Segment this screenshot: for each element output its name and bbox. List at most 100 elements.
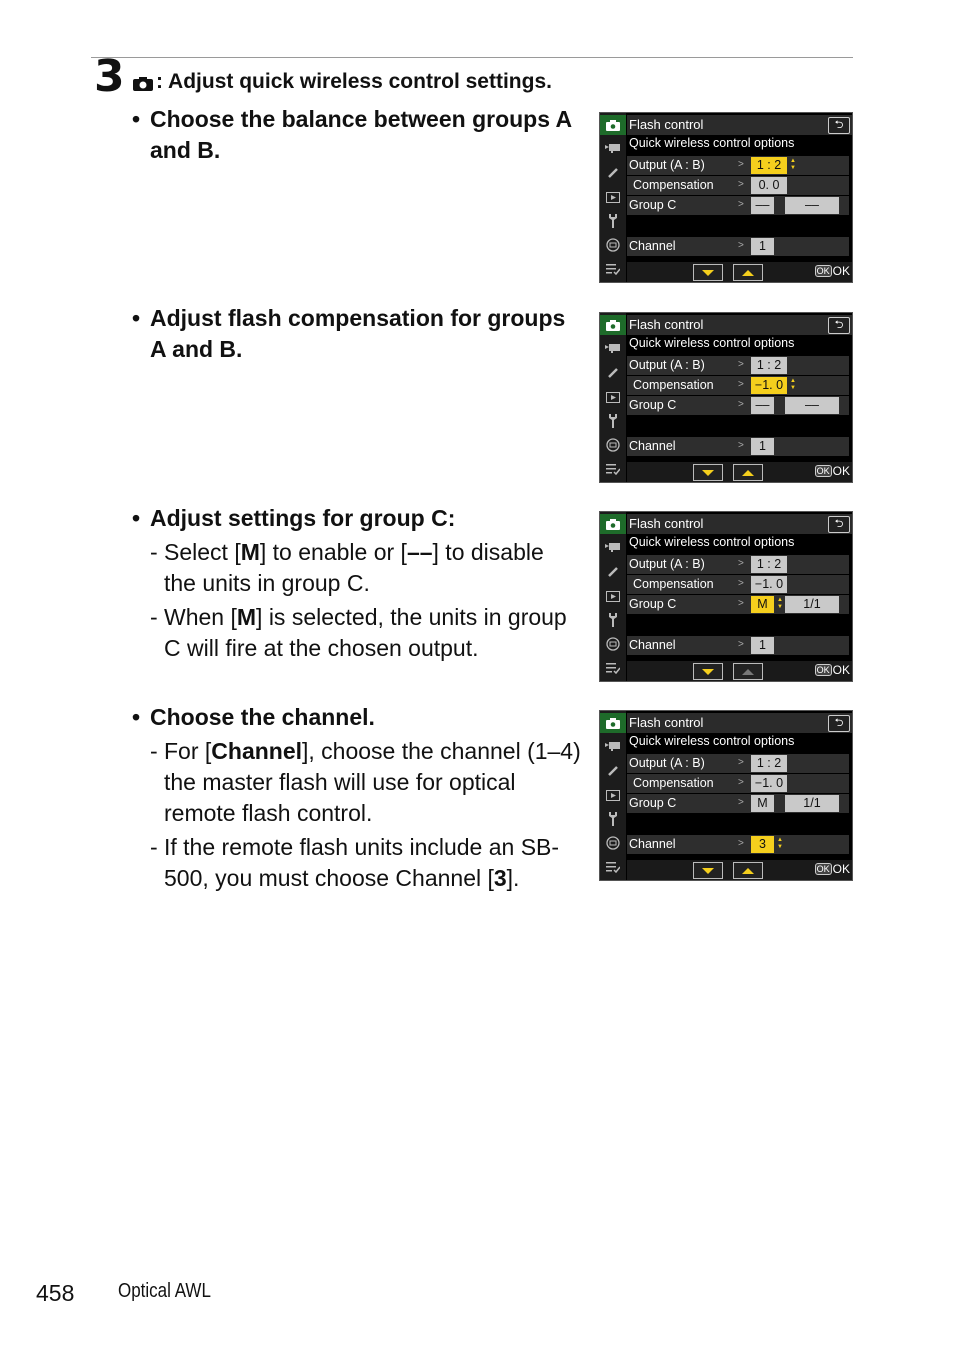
scroll-down-button[interactable] [693,663,723,680]
setup-tab-icon[interactable] [603,411,623,431]
output-row[interactable]: Output (A : B) > 1 : 2 [627,754,849,773]
ok-button[interactable]: OK OK [814,663,850,677]
menu-subtitle: Quick wireless control options [629,336,795,350]
scroll-up-button[interactable] [733,663,763,680]
menu-tabs [600,711,626,880]
movie-tab-icon[interactable] [603,138,623,158]
my-menu-tab-icon[interactable] [603,259,623,279]
scroll-up-button[interactable] [733,862,763,879]
ok-button[interactable]: OK OK [814,862,850,876]
up-down-arrows-icon: ▲ ▼ [790,378,796,391]
playback-tab-icon[interactable] [603,387,623,407]
group-c-row[interactable]: Group C > M 1/1 [627,794,849,813]
menu-subtitle: Quick wireless control options [629,535,795,549]
scroll-down-button[interactable] [693,862,723,879]
back-icon[interactable]: ⮌ [828,516,850,533]
channel-row[interactable]: Channel > 1 [627,237,849,256]
custom-settings-tab-icon[interactable] [603,363,623,383]
network-tab-icon[interactable] [603,235,623,255]
chevron-right-icon: > [738,558,744,569]
channel-value[interactable]: 1 [751,238,774,255]
bottom-bar: OK OK [627,262,852,282]
channel-value[interactable]: 3 [751,836,774,853]
photo-shooting-tab-icon[interactable] [600,115,626,135]
my-menu-tab-icon[interactable] [603,658,623,678]
triangle-up-icon [742,668,754,675]
back-icon[interactable]: ⮌ [828,117,850,134]
channel-row[interactable]: Channel > 1 [627,437,849,456]
setup-tab-icon[interactable] [603,211,623,231]
network-tab-icon[interactable] [603,833,623,853]
ok-button[interactable]: OK OK [814,264,850,278]
playback-tab-icon[interactable] [603,785,623,805]
output-value[interactable]: 1 : 2 [751,755,787,772]
group-c-row[interactable]: Group C > –– –– [627,396,849,415]
menu-tabs [600,512,626,681]
compensation-value[interactable]: −1. 0 [751,576,787,593]
group-c-mode[interactable]: –– [751,197,774,214]
group-c-output[interactable]: –– [785,397,839,414]
triangle-up-icon [742,469,754,476]
compensation-row[interactable]: Compensation > −1. 0 ▲ ▼ [627,376,849,395]
ok-badge-icon: OK [814,664,832,676]
output-row[interactable]: Output (A : B) > 1 : 2 ▲ ▼ [627,156,849,175]
network-tab-icon[interactable] [603,435,623,455]
movie-tab-icon[interactable] [603,537,623,557]
group-c-output[interactable]: 1/1 [785,596,839,613]
menu-tabs [600,313,626,482]
chevron-right-icon: > [738,199,744,210]
ok-button[interactable]: OK OK [814,464,850,478]
my-menu-tab-icon[interactable] [603,459,623,479]
playback-tab-icon[interactable] [603,586,623,606]
channel-row[interactable]: Channel > 3 ▲ ▼ [627,835,849,854]
output-value[interactable]: 1 : 2 [751,357,787,374]
compensation-row[interactable]: Compensation > −1. 0 [627,575,849,594]
output-row[interactable]: Output (A : B) > 1 : 2 [627,356,849,375]
photo-shooting-tab-icon[interactable] [600,315,626,335]
group-c-mode[interactable]: M [751,795,774,812]
back-icon[interactable]: ⮌ [828,715,850,732]
group-c-output[interactable]: 1/1 [785,795,839,812]
ok-label: OK [832,663,850,677]
group-c-mode[interactable]: –– [751,397,774,414]
photo-shooting-tab-icon[interactable] [600,514,626,534]
output-row[interactable]: Output (A : B) > 1 : 2 [627,555,849,574]
step-title: : Adjust quick wireless control settings… [132,70,552,94]
compensation-row[interactable]: Compensation > −1. 0 [627,774,849,793]
compensation-value[interactable]: 0. 0 [751,177,787,194]
compensation-value[interactable]: −1. 0 [751,775,787,792]
network-tab-icon[interactable] [603,634,623,654]
setup-tab-icon[interactable] [603,610,623,630]
scroll-up-button[interactable] [733,464,763,481]
custom-settings-tab-icon[interactable] [603,163,623,183]
scroll-up-button[interactable] [733,264,763,281]
photo-shooting-tab-icon[interactable] [600,713,626,733]
custom-settings-tab-icon[interactable] [603,761,623,781]
playback-tab-icon[interactable] [603,187,623,207]
movie-tab-icon[interactable] [603,736,623,756]
movie-tab-icon[interactable] [603,338,623,358]
compensation-row[interactable]: Compensation > 0. 0 [627,176,849,195]
scroll-down-button[interactable] [693,464,723,481]
setup-tab-icon[interactable] [603,809,623,829]
custom-settings-tab-icon[interactable] [603,562,623,582]
chevron-right-icon: > [738,240,744,251]
channel-value[interactable]: 1 [751,637,774,654]
output-value[interactable]: 1 : 2 [751,157,787,174]
group-c-output[interactable]: –– [785,197,839,214]
channel-value[interactable]: 1 [751,438,774,455]
channel-row[interactable]: Channel > 1 [627,636,849,655]
group-c-row[interactable]: Group C > –– –– [627,196,849,215]
group-c-mode[interactable]: M [751,596,774,613]
ok-badge-icon: OK [814,265,832,277]
back-icon[interactable]: ⮌ [828,317,850,334]
output-value[interactable]: 1 : 2 [751,556,787,573]
sub-item: - If the remote flash units include an SB… [150,834,560,891]
my-menu-tab-icon[interactable] [603,857,623,877]
channel-label: Channel [629,638,676,652]
scroll-down-button[interactable] [693,264,723,281]
menu-subtitle: Quick wireless control options [629,734,795,748]
menu-subtitle: Quick wireless control options [629,136,795,150]
group-c-row[interactable]: Group C > M 1/1 ▲ ▼ [627,595,849,614]
compensation-value[interactable]: −1. 0 [751,377,787,394]
